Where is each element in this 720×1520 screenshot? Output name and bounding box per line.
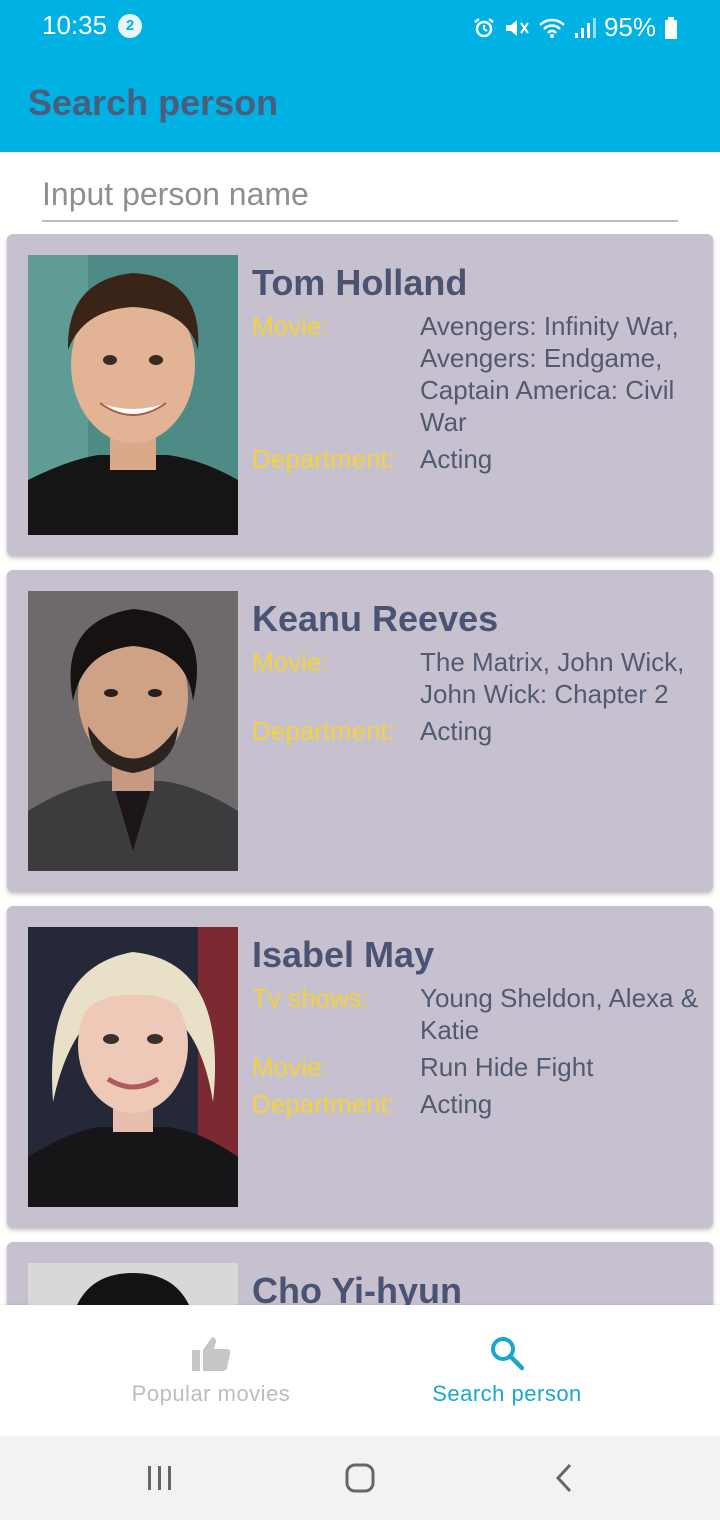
app-bar: Search person: [0, 56, 720, 152]
back-icon[interactable]: [552, 1460, 576, 1496]
person-info: Isabel May Tv shows: Young Sheldon, Alex…: [252, 932, 702, 1125]
info-row: Movie: The Matrix, John Wick, John Wick:…: [252, 646, 702, 710]
battery-icon: [665, 16, 677, 39]
department-label: Department:: [252, 1089, 396, 1119]
person-info: Keanu Reeves Movie: The Matrix, John Wic…: [252, 596, 702, 752]
person-name: Cho Yi-hyun: [252, 1270, 462, 1305]
person-info: Cho Yi-hyun: [252, 1268, 702, 1305]
info-row: Movie: Avengers: Infinity War, Avengers:…: [252, 310, 702, 438]
person-name: Tom Holland: [252, 262, 468, 303]
tv-shows-label: Tv shows:: [252, 983, 370, 1013]
person-info: Tom Holland Movie: Avengers: Infinity Wa…: [252, 260, 702, 480]
movie-label: Movie:: [252, 311, 329, 341]
info-row: Tv shows: Young Sheldon, Alexa & Katie: [252, 982, 702, 1046]
info-row: Department: Acting: [252, 715, 702, 747]
person-photo: [28, 255, 238, 535]
page-title: Search person: [28, 82, 279, 123]
nav-search-person[interactable]: Search person: [327, 1305, 687, 1436]
info-row: Movie: Run Hide Fight: [252, 1051, 702, 1083]
department-value: Acting: [420, 444, 493, 474]
person-card[interactable]: Isabel May Tv shows: Young Sheldon, Alex…: [7, 906, 713, 1228]
alarm-icon: [474, 17, 494, 37]
info-row: Department: Acting: [252, 443, 702, 475]
movie-value: Avengers: Infinity War, Avengers: Endgam…: [420, 311, 679, 437]
search-field[interactable]: [42, 168, 678, 222]
info-row: Department: Acting: [252, 1088, 702, 1120]
thumbs-up-icon: [192, 1337, 231, 1371]
person-photo: [28, 927, 238, 1207]
movie-value: Run Hide Fight: [420, 1052, 594, 1082]
signal-icon: [574, 17, 596, 38]
nav-search-person-label: Search person: [432, 1381, 582, 1406]
department-value: Acting: [420, 716, 493, 746]
bottom-navigation: Popular movies Search person: [0, 1305, 720, 1436]
department-label: Department:: [252, 716, 396, 746]
movie-value: The Matrix, John Wick, John Wick: Chapte…: [420, 647, 685, 709]
search-icon: [491, 1337, 525, 1371]
person-card[interactable]: Cho Yi-hyun: [7, 1242, 713, 1305]
person-photo: [28, 591, 238, 871]
status-bar: 10:35 2 95%: [0, 0, 720, 56]
person-card[interactable]: Keanu Reeves Movie: The Matrix, John Wic…: [7, 570, 713, 892]
search-input[interactable]: [42, 168, 678, 220]
status-icons: 95%: [472, 12, 678, 43]
person-list[interactable]: Tom Holland Movie: Avengers: Infinity Wa…: [0, 234, 720, 1305]
system-navigation-bar: [0, 1436, 720, 1520]
mute-icon: [505, 19, 529, 36]
tv-shows-value: Young Sheldon, Alexa & Katie: [420, 983, 699, 1045]
movie-label: Movie:: [252, 1052, 329, 1082]
department-value: Acting: [420, 1089, 493, 1119]
home-icon[interactable]: [344, 1460, 376, 1496]
person-name: Keanu Reeves: [252, 598, 499, 639]
status-time: 10:35: [42, 10, 108, 40]
department-label: Department:: [252, 444, 396, 474]
notification-badge: 2: [118, 14, 142, 38]
person-card[interactable]: Tom Holland Movie: Avengers: Infinity Wa…: [7, 234, 713, 556]
battery-percent: 95%: [603, 12, 656, 42]
wifi-icon: [539, 18, 565, 38]
recent-apps-icon[interactable]: [146, 1460, 174, 1496]
person-name: Isabel May: [252, 934, 435, 975]
movie-label: Movie:: [252, 647, 329, 677]
person-photo: [28, 1263, 238, 1305]
